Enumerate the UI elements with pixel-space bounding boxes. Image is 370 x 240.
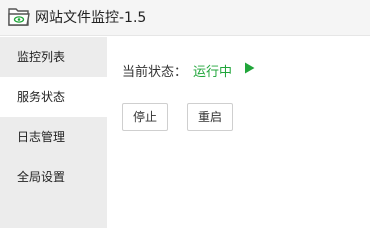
sidebar-item-label: 监控列表 xyxy=(17,50,66,64)
app-title: 网站文件监控-1.5 xyxy=(35,10,147,26)
title-bar: 网站文件监控-1.5 xyxy=(0,0,370,36)
restart-button[interactable]: 重启 xyxy=(187,103,234,131)
sidebar-item-global-settings[interactable]: 全局设置 xyxy=(0,157,107,197)
sidebar-item-log-management[interactable]: 日志管理 xyxy=(0,117,107,157)
sidebar-item-label: 服务状态 xyxy=(17,90,66,104)
status-label: 当前状态： xyxy=(122,65,188,80)
status-row: 当前状态： 运行中 xyxy=(122,62,255,82)
status-value: 运行中 xyxy=(193,65,233,80)
sidebar-item-label: 日志管理 xyxy=(17,130,66,144)
play-icon xyxy=(244,62,255,80)
sidebar-item-service-status[interactable]: 服务状态 xyxy=(0,77,107,117)
stop-button[interactable]: 停止 xyxy=(122,103,169,131)
sidebar-item-monitor-list[interactable]: 监控列表 xyxy=(0,37,107,77)
sidebar-item-label: 全局设置 xyxy=(17,170,66,184)
sidebar: 监控列表 服务状态 日志管理 全局设置 xyxy=(0,37,107,228)
service-status-panel: 当前状态： 运行中 停止 重启 xyxy=(107,37,370,228)
folder-eye-icon xyxy=(7,6,31,28)
